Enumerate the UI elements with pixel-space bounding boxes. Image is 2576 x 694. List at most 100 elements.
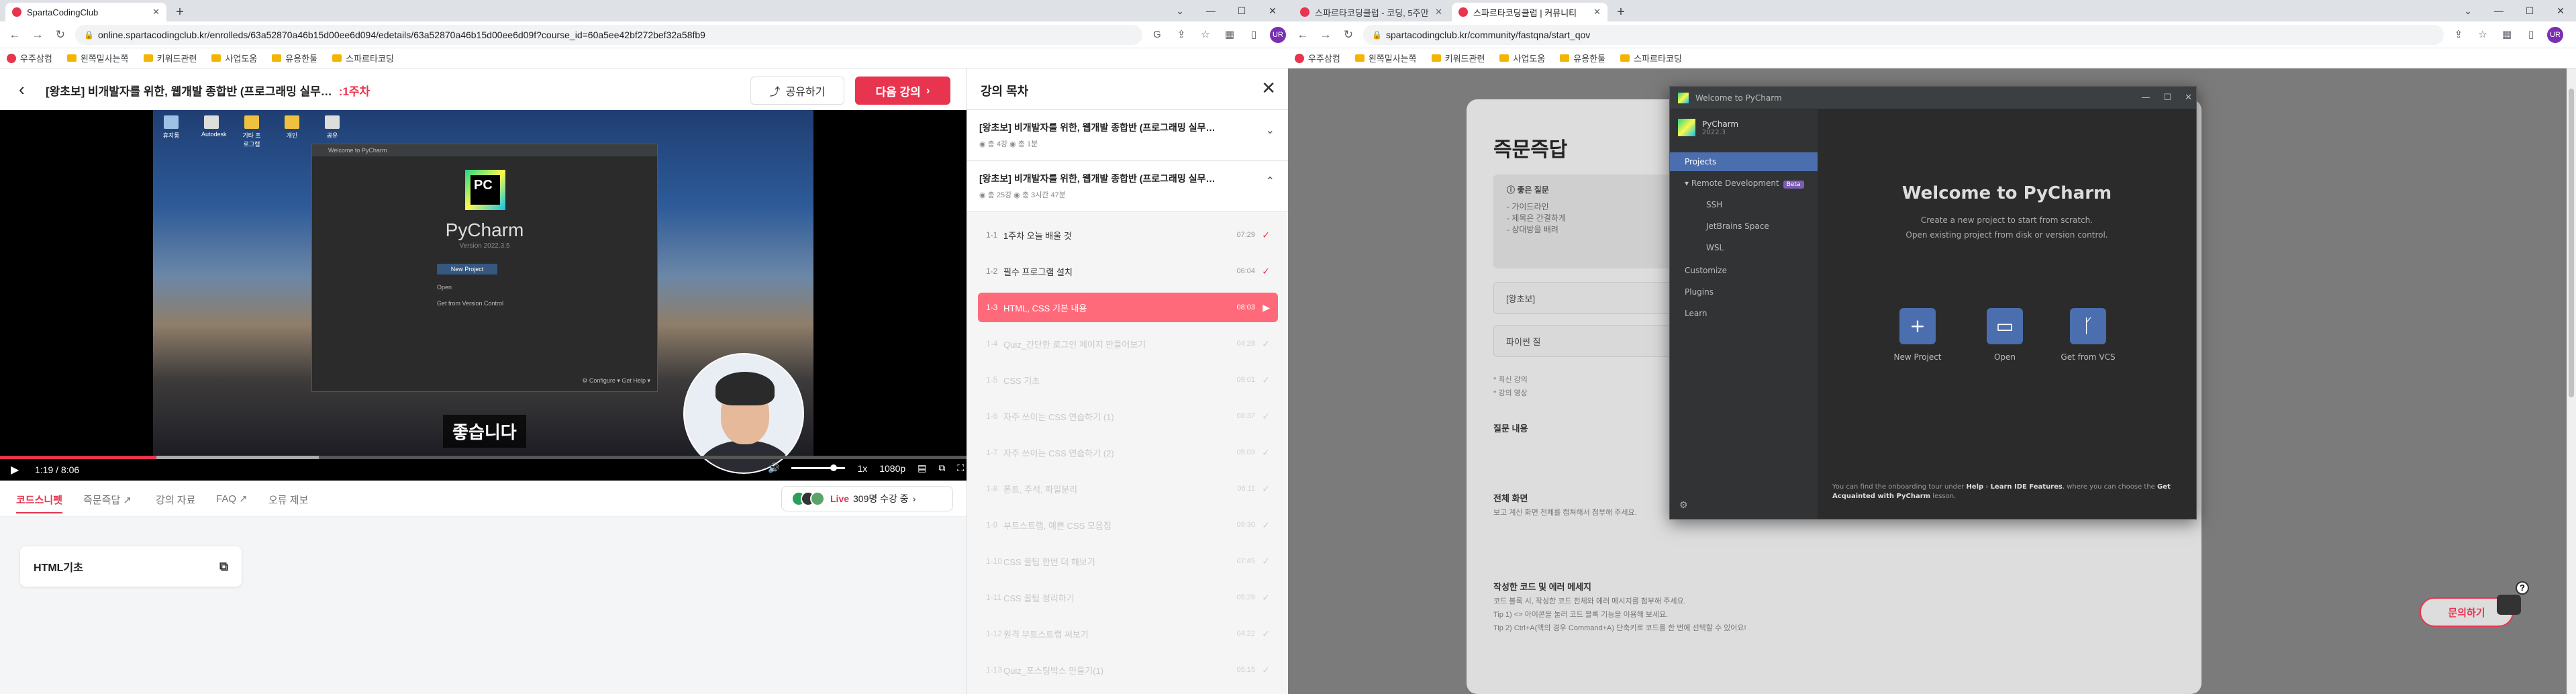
tab-spartacodingclub[interactable]: SpartaCodingClub ✕ [5,3,166,21]
nav-plugins[interactable]: Plugins [1670,283,1818,301]
snippet-card[interactable]: HTML기초 ⧉ [20,546,242,587]
next-lecture-button[interactable]: 다음 강의 › [855,77,950,105]
lesson-item[interactable]: 1-7 자주 쓰이는 CSS 연습하기 (2) 05:09 ✓ [978,438,1278,467]
lesson-item[interactable]: 1-12 원격 부트스트랩 써보기 04:22 ✓ [978,619,1278,648]
star-icon[interactable]: ☆ [1197,27,1213,43]
course-section[interactable]: [왕초보] 비개발자를 위한, 웹개발 종합반 (프로그래밍 실무… ◉ 총 4… [967,110,1288,161]
forward-arrow-icon[interactable]: → [1318,27,1334,43]
scroll-thumb[interactable] [2569,89,2574,397]
volume-icon[interactable]: 🔊 [768,462,779,474]
fullscreen-icon[interactable]: ⛶ [957,462,964,474]
extensions-icon[interactable]: ▦ [2499,27,2515,43]
tab-close-icon[interactable]: ✕ [152,7,160,17]
tab-sparta-main[interactable]: 스파르타코딩클럽 - 코딩, 5주만… ✕ [1293,3,1449,21]
copy-icon[interactable]: ⧉ [219,560,228,574]
lesson-item[interactable]: 1-5 CSS 기초 09:01 ✓ [978,365,1278,395]
nav-wsl[interactable]: WSL [1670,238,1818,257]
back-chevron-icon[interactable]: ‹ [19,81,25,98]
minimize-icon[interactable]: — [1195,0,1226,21]
back-arrow-icon[interactable]: ← [1295,27,1311,43]
bookmark-item[interactable]: 스파르타코딩 [332,52,394,64]
maximize-icon[interactable]: ☐ [1226,0,1257,21]
minimize-icon[interactable]: — [2141,87,2150,109]
nav-remote-development[interactable]: ▾ Remote Development Beta [1670,174,1818,193]
tab-error-report[interactable]: 오류 제보 [268,493,308,507]
menu-kebab-icon[interactable]: ⋮ [2571,27,2576,43]
tab-sparta-community[interactable]: 스파르타코딩클럽 | 커뮤니티 ✕ [1452,3,1607,21]
lesson-item[interactable]: 1-4 Quiz_간단한 로그인 페이지 만들어보기 04:28 ✓ [978,329,1278,358]
play-icon[interactable]: ▶ [11,463,19,477]
maximize-icon[interactable]: ☐ [2514,0,2545,21]
bookmark-item[interactable]: 우주삼컴 [1295,52,1340,64]
bookmark-item[interactable]: 유용한툴 [272,52,317,64]
sidepanel-icon[interactable]: ▯ [2523,27,2539,43]
reload-icon[interactable]: ↻ [52,27,68,43]
share-icon[interactable]: ⇪ [2450,27,2467,43]
close-icon[interactable]: ✕ [1257,0,1288,21]
close-icon[interactable]: ✕ [2545,0,2576,21]
tab-close-icon[interactable]: ✕ [1435,7,1442,17]
address-bar[interactable]: 🔒 spartacodingclub.kr/community/fastqna/… [1363,25,2444,45]
nav-projects[interactable]: Projects [1670,152,1818,171]
share-icon[interactable]: ⇪ [1173,27,1189,43]
nav-learn[interactable]: Learn [1670,304,1818,323]
tab-lecture-material[interactable]: 강의 자료 [156,493,195,507]
bookmark-item[interactable]: 키워드관련 [143,52,197,64]
live-viewers-badge[interactable]: Live 309명 수강 중 › [781,486,953,511]
pip-icon[interactable]: ⧉ [938,462,945,474]
lesson-item[interactable]: 1-8 폰트, 주석, 파일분리 06:11 ✓ [978,474,1278,503]
sidepanel-icon[interactable]: ▯ [1246,27,1262,43]
tab-faq[interactable]: FAQ ↗ [216,493,248,505]
bookmark-item[interactable]: 유용한툴 [1560,52,1605,64]
lesson-item[interactable]: 1-11 CSS 꿀팁 정리하기 05:28 ✓ [978,583,1278,612]
new-tab-button[interactable]: + [1613,4,1629,20]
share-button[interactable]: ⤴ 공유하기 [750,77,844,105]
close-icon[interactable]: ✕ [1261,78,1276,99]
tab-close-icon[interactable]: ✕ [1593,7,1601,17]
nav-jetbrains-space[interactable]: JetBrains Space [1670,217,1818,236]
tab-quick-qna[interactable]: 즉문즉답 ↗ [83,493,132,507]
subtitles-icon[interactable]: ▤ [918,462,926,474]
bookmark-item[interactable]: 사업도움 [211,52,257,64]
new-tab-button[interactable]: + [172,4,188,20]
tab-code-snippet[interactable]: 코드스니펫 [16,493,63,513]
lesson-item[interactable]: 1-2 필수 프로그램 설치 06:04 ✓ [978,256,1278,286]
minimize-icon[interactable]: — [2483,0,2514,21]
google-icon[interactable]: G [1149,27,1165,43]
new-project-button[interactable]: + New Project [1881,308,1954,362]
nav-customize[interactable]: Customize [1670,261,1818,280]
bookmark-item[interactable]: 스파르타코딩 [1620,52,1682,64]
chevron-down-icon[interactable]: ⌄ [1165,0,1195,21]
lesson-item[interactable]: 1-6 자주 쓰이는 CSS 연습하기 (1) 08:37 ✓ [978,401,1278,431]
lesson-item[interactable]: 1-10 CSS 꿀팁 한번 더 해보기 07:45 ✓ [978,546,1278,576]
lesson-item[interactable]: 1-1 1주차 오늘 배울 것 07:29 ✓ [978,220,1278,250]
bookmark-item[interactable]: 왼쪽밑사는쪽 [66,52,129,64]
help-robot-icon[interactable]: ? [2493,581,2529,628]
bookmark-item[interactable]: 키워드관련 [1431,52,1485,64]
reload-icon[interactable]: ↻ [1340,27,1356,43]
profile-avatar[interactable]: UR [1270,27,1286,43]
quality-button[interactable]: 1080p [879,463,905,474]
course-section[interactable]: [왕초보] 비개발자를 위한, 웹개발 종합반 (프로그래밍 실무… ◉ 총 2… [967,161,1288,212]
get-from-vcs-button[interactable]: ᚴ Get from VCS [2051,308,2125,362]
open-button[interactable]: ▭ Open [1968,308,2042,362]
pycharm-titlebar[interactable]: Welcome to PyCharm — ☐ ✕ [1670,87,2196,109]
bookmark-item[interactable]: 왼쪽밑사는쪽 [1354,52,1417,64]
back-arrow-icon[interactable]: ← [7,27,23,43]
video-player[interactable]: 휴지통 Autodesk 기타 프로그램 개인 공유 Welcome to Py… [0,110,967,481]
gear-icon[interactable]: ⚙ [1679,500,1688,511]
extensions-icon[interactable]: ▦ [1222,27,1238,43]
close-icon[interactable]: ✕ [2185,87,2192,109]
page-scrollbar[interactable] [2567,68,2576,694]
profile-avatar[interactable]: UR [2547,27,2563,43]
star-icon[interactable]: ☆ [2475,27,2491,43]
address-bar[interactable]: 🔒 online.spartacodingclub.kr/enrolleds/6… [75,25,1142,45]
volume-slider[interactable] [791,464,846,471]
speed-button[interactable]: 1x [857,463,867,474]
nav-ssh[interactable]: SSH [1670,195,1818,214]
lesson-item[interactable]: 1-13 Quiz_포스팅박스 만들기(1) 05:15 ✓ [978,655,1278,685]
lesson-item[interactable]: 1-9 부트스트랩, 예쁜 CSS 모음집 09:30 ✓ [978,510,1278,540]
maximize-icon[interactable]: ☐ [2163,87,2171,109]
chevron-down-icon[interactable]: ⌄ [2453,0,2483,21]
bookmark-item[interactable]: 사업도움 [1499,52,1545,64]
